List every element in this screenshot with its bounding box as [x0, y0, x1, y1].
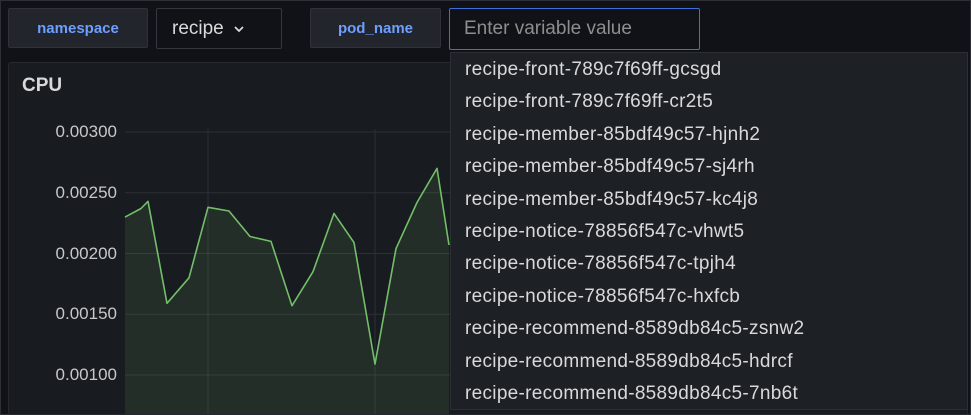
- namespace-select-value: recipe: [172, 17, 224, 39]
- dropdown-option[interactable]: recipe-member-85bdf49c57-hjnh2: [465, 119, 760, 152]
- dropdown-option[interactable]: recipe-member-85bdf49c57-sj4rh: [465, 151, 755, 184]
- dropdown-option[interactable]: recipe-front-789c7f69ff-gcsgd: [465, 54, 722, 87]
- y-tick-label: 0.00300: [55, 122, 117, 141]
- y-tick-label: 0.00200: [55, 243, 117, 263]
- y-tick-label: 0.00250: [55, 182, 117, 202]
- pod-name-input[interactable]: [449, 8, 700, 50]
- pod-name-dropdown: recipe-front-789c7f69ff-gcsgd recipe-fron…: [450, 52, 968, 410]
- dropdown-option[interactable]: recipe-member-85bdf49c57-kc4j8: [465, 184, 758, 217]
- namespace-select[interactable]: recipe: [156, 8, 282, 49]
- namespace-variable-label: namespace: [8, 8, 148, 48]
- dropdown-option[interactable]: recipe-notice-78856f547c-tpjh4: [465, 248, 736, 281]
- dropdown-option[interactable]: recipe-notice-78856f547c-hxfcb: [465, 281, 740, 314]
- y-axis: 0.00300 0.00250 0.00200 0.00150 0.00100: [9, 63, 119, 414]
- dropdown-option[interactable]: recipe-recommend-8589db84c5-zsnw2: [465, 313, 804, 346]
- dropdown-option[interactable]: recipe-recommend-8589db84c5-hdrcf: [465, 346, 793, 379]
- chevron-down-icon: [234, 22, 244, 36]
- dropdown-option[interactable]: recipe-front-789c7f69ff-cr2t5: [465, 86, 713, 119]
- y-tick-label: 0.00150: [55, 304, 117, 324]
- dropdown-option[interactable]: recipe-recommend-8589db84c5-7nb6t: [465, 378, 798, 409]
- y-tick-label: 0.00100: [55, 365, 117, 384]
- dropdown-option[interactable]: recipe-notice-78856f547c-vhwt5: [465, 216, 744, 249]
- pod-name-variable-label: pod_name: [310, 8, 441, 48]
